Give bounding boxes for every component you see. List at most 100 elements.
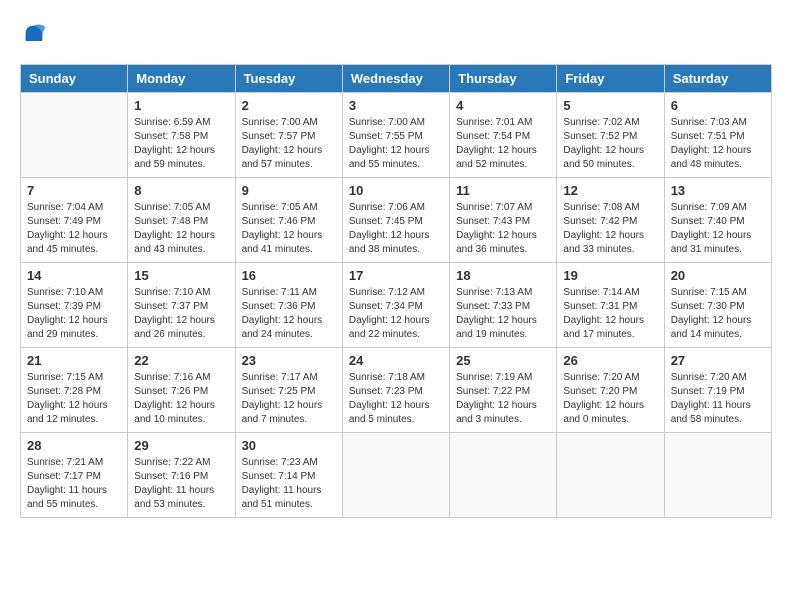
calendar-cell: 16Sunrise: 7:11 AMSunset: 7:36 PMDayligh… (235, 263, 342, 348)
day-info: Sunrise: 7:13 AMSunset: 7:33 PMDaylight:… (456, 286, 550, 342)
calendar-cell: 5 Sunrise: 7:02 AMSunset: 7:52 PMDaylight… (557, 93, 664, 178)
day-number: 24 (349, 353, 443, 368)
calendar-cell (342, 433, 449, 518)
day-info: Sunrise: 7:21 AMSunset: 7:17 PMDaylight:… (27, 456, 121, 512)
calendar-cell (450, 433, 557, 518)
day-number: 15 (134, 268, 228, 283)
day-info: Sunrise: 7:20 AMSunset: 7:20 PMDaylight:… (563, 371, 657, 427)
day-info: Sunrise: 7:15 AMSunset: 7:28 PMDaylight:… (27, 371, 121, 427)
calendar-cell (21, 93, 128, 178)
calendar-cell: 29 Sunrise: 7:22 AMSunset: 7:16 PMDayligh… (128, 433, 235, 518)
day-number: 29 (134, 438, 228, 453)
column-header-saturday: Saturday (664, 65, 771, 93)
calendar-cell: 15Sunrise: 7:10 AMSunset: 7:37 PMDayligh… (128, 263, 235, 348)
day-info: Sunrise: 7:19 AMSunset: 7:22 PMDaylight:… (456, 371, 550, 427)
calendar-cell: 23 Sunrise: 7:17 AMSunset: 7:25 PMDayligh… (235, 348, 342, 433)
day-number: 7 (27, 183, 121, 198)
day-info: Sunrise: 7:09 AMSunset: 7:40 PMDaylight:… (671, 201, 765, 257)
day-info: Sunrise: 7:10 AMSunset: 7:39 PMDaylight:… (27, 286, 121, 342)
calendar-week-row: 7 Sunrise: 7:04 AMSunset: 7:49 PMDaylight… (21, 178, 772, 263)
day-number: 6 (671, 98, 765, 113)
calendar-cell: 9Sunrise: 7:05 AMSunset: 7:46 PMDaylight… (235, 178, 342, 263)
column-header-monday: Monday (128, 65, 235, 93)
calendar-week-row: 28 Sunrise: 7:21 AMSunset: 7:17 PMDayligh… (21, 433, 772, 518)
calendar-week-row: 14 Sunrise: 7:10 AMSunset: 7:39 PMDayligh… (21, 263, 772, 348)
calendar-cell: 17Sunrise: 7:12 AMSunset: 7:34 PMDayligh… (342, 263, 449, 348)
logo-icon (20, 20, 48, 48)
calendar-cell: 19 Sunrise: 7:14 AMSunset: 7:31 PMDayligh… (557, 263, 664, 348)
day-info: Sunrise: 7:00 AMSunset: 7:57 PMDaylight:… (242, 116, 336, 172)
calendar-header-row: SundayMondayTuesdayWednesdayThursdayFrid… (21, 65, 772, 93)
calendar-cell: 11 Sunrise: 7:07 AMSunset: 7:43 PMDayligh… (450, 178, 557, 263)
day-number: 1 (134, 98, 228, 113)
calendar-cell: 26 Sunrise: 7:20 AMSunset: 7:20 PMDayligh… (557, 348, 664, 433)
day-info: Sunrise: 7:08 AMSunset: 7:42 PMDaylight:… (563, 201, 657, 257)
calendar-cell: 21 Sunrise: 7:15 AMSunset: 7:28 PMDayligh… (21, 348, 128, 433)
calendar-week-row: 1 Sunrise: 6:59 AMSunset: 7:58 PMDaylight… (21, 93, 772, 178)
day-info: Sunrise: 7:02 AMSunset: 7:52 PMDaylight:… (563, 116, 657, 172)
day-info: Sunrise: 7:11 AMSunset: 7:36 PMDaylight:… (242, 286, 336, 342)
calendar-table: SundayMondayTuesdayWednesdayThursdayFrid… (20, 64, 772, 518)
calendar-cell: 28 Sunrise: 7:21 AMSunset: 7:17 PMDayligh… (21, 433, 128, 518)
day-number: 8 (134, 183, 228, 198)
day-number: 19 (563, 268, 657, 283)
calendar-cell: 7 Sunrise: 7:04 AMSunset: 7:49 PMDaylight… (21, 178, 128, 263)
day-number: 9 (242, 183, 336, 198)
day-info: Sunrise: 7:05 AMSunset: 7:48 PMDaylight:… (134, 201, 228, 257)
day-number: 13 (671, 183, 765, 198)
calendar-cell: 10 Sunrise: 7:06 AMSunset: 7:45 PMDayligh… (342, 178, 449, 263)
day-number: 21 (27, 353, 121, 368)
calendar-cell: 6 Sunrise: 7:03 AMSunset: 7:51 PMDaylight… (664, 93, 771, 178)
day-number: 4 (456, 98, 550, 113)
calendar-cell: 20Sunrise: 7:15 AMSunset: 7:30 PMDayligh… (664, 263, 771, 348)
day-info: Sunrise: 7:07 AMSunset: 7:43 PMDaylight:… (456, 201, 550, 257)
calendar-cell: 4 Sunrise: 7:01 AMSunset: 7:54 PMDaylight… (450, 93, 557, 178)
day-info: Sunrise: 7:22 AMSunset: 7:16 PMDaylight:… (134, 456, 228, 512)
calendar-cell: 1 Sunrise: 6:59 AMSunset: 7:58 PMDaylight… (128, 93, 235, 178)
calendar-cell: 25Sunrise: 7:19 AMSunset: 7:22 PMDayligh… (450, 348, 557, 433)
calendar-cell: 18 Sunrise: 7:13 AMSunset: 7:33 PMDayligh… (450, 263, 557, 348)
day-info: Sunrise: 7:15 AMSunset: 7:30 PMDaylight:… (671, 286, 765, 342)
column-header-tuesday: Tuesday (235, 65, 342, 93)
day-info: Sunrise: 7:17 AMSunset: 7:25 PMDaylight:… (242, 371, 336, 427)
day-number: 2 (242, 98, 336, 113)
page-header (20, 20, 772, 48)
calendar-cell: 24 Sunrise: 7:18 AMSunset: 7:23 PMDayligh… (342, 348, 449, 433)
calendar-cell: 14 Sunrise: 7:10 AMSunset: 7:39 PMDayligh… (21, 263, 128, 348)
day-number: 23 (242, 353, 336, 368)
day-number: 26 (563, 353, 657, 368)
day-info: Sunrise: 7:12 AMSunset: 7:34 PMDaylight:… (349, 286, 443, 342)
day-info: Sunrise: 7:16 AMSunset: 7:26 PMDaylight:… (134, 371, 228, 427)
day-info: Sunrise: 7:06 AMSunset: 7:45 PMDaylight:… (349, 201, 443, 257)
day-number: 3 (349, 98, 443, 113)
calendar-cell (664, 433, 771, 518)
day-info: Sunrise: 7:00 AMSunset: 7:55 PMDaylight:… (349, 116, 443, 172)
day-info: Sunrise: 7:20 AMSunset: 7:19 PMDaylight:… (671, 371, 765, 427)
day-number: 10 (349, 183, 443, 198)
calendar-week-row: 21 Sunrise: 7:15 AMSunset: 7:28 PMDayligh… (21, 348, 772, 433)
day-number: 5 (563, 98, 657, 113)
day-info: Sunrise: 7:14 AMSunset: 7:31 PMDaylight:… (563, 286, 657, 342)
column-header-thursday: Thursday (450, 65, 557, 93)
day-number: 12 (563, 183, 657, 198)
day-number: 18 (456, 268, 550, 283)
calendar-cell: 13 Sunrise: 7:09 AMSunset: 7:40 PMDayligh… (664, 178, 771, 263)
calendar-cell (557, 433, 664, 518)
calendar-cell: 2 Sunrise: 7:00 AMSunset: 7:57 PMDaylight… (235, 93, 342, 178)
day-info: Sunrise: 7:01 AMSunset: 7:54 PMDaylight:… (456, 116, 550, 172)
day-number: 11 (456, 183, 550, 198)
day-number: 14 (27, 268, 121, 283)
calendar-cell: 8 Sunrise: 7:05 AMSunset: 7:48 PMDaylight… (128, 178, 235, 263)
day-number: 22 (134, 353, 228, 368)
day-number: 27 (671, 353, 765, 368)
day-info: Sunrise: 7:04 AMSunset: 7:49 PMDaylight:… (27, 201, 121, 257)
day-info: Sunrise: 6:59 AMSunset: 7:58 PMDaylight:… (134, 116, 228, 172)
calendar-cell: 3 Sunrise: 7:00 AMSunset: 7:55 PMDaylight… (342, 93, 449, 178)
day-number: 28 (27, 438, 121, 453)
calendar-cell: 30Sunrise: 7:23 AMSunset: 7:14 PMDayligh… (235, 433, 342, 518)
day-info: Sunrise: 7:23 AMSunset: 7:14 PMDaylight:… (242, 456, 336, 512)
day-info: Sunrise: 7:18 AMSunset: 7:23 PMDaylight:… (349, 371, 443, 427)
day-info: Sunrise: 7:03 AMSunset: 7:51 PMDaylight:… (671, 116, 765, 172)
column-header-sunday: Sunday (21, 65, 128, 93)
logo (20, 20, 52, 48)
